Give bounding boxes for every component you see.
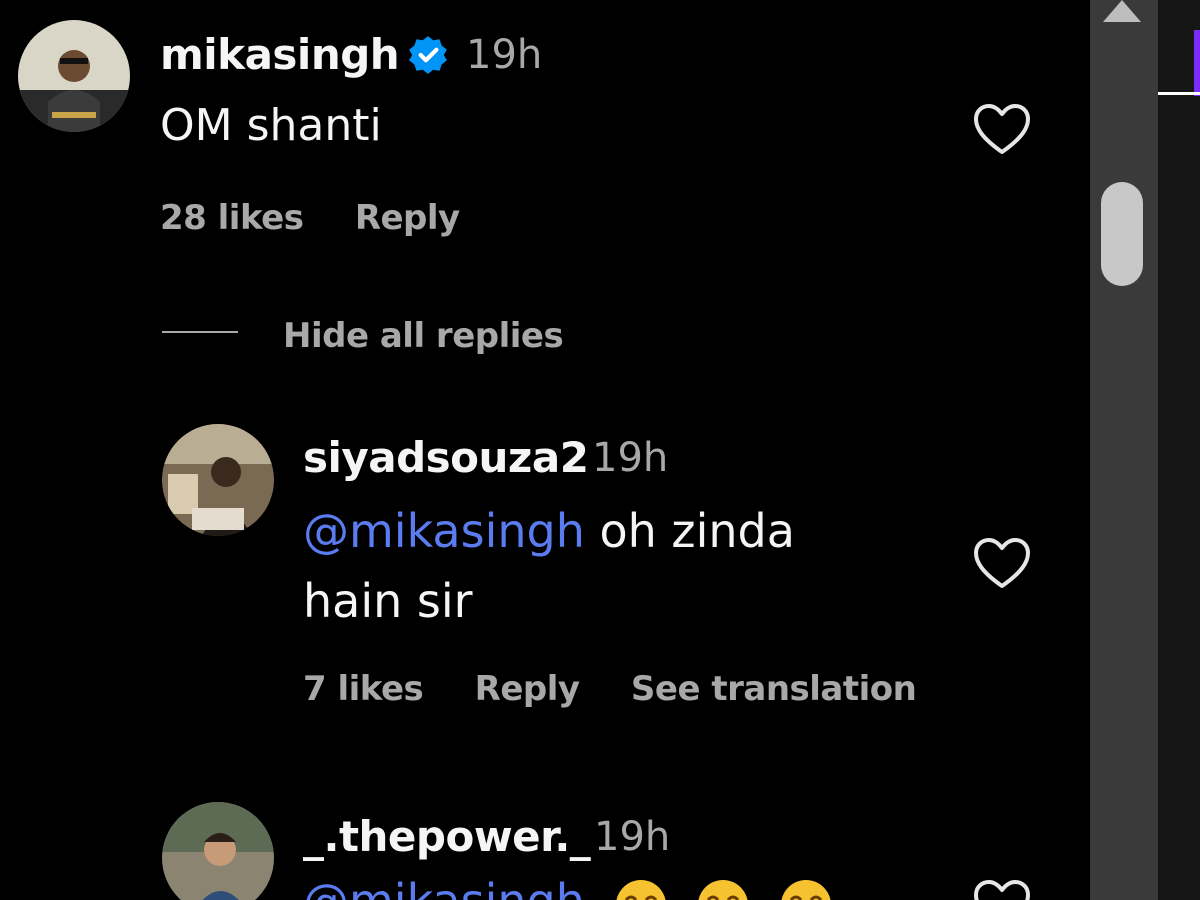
right-background-pane (1158, 0, 1200, 900)
comments-panel: mikasingh 19h OM shanti 28 likes Reply H… (0, 0, 1090, 900)
replies-divider (162, 331, 238, 333)
reply1-likes-count[interactable]: 7 likes (303, 669, 424, 709)
comment-reply-button[interactable]: Reply (355, 198, 460, 238)
comment-meta: 28 likes Reply (160, 198, 460, 238)
reply1-like-heart-icon[interactable] (972, 536, 1032, 590)
reply1-mention-link[interactable]: @mikasingh (303, 504, 585, 558)
comment-username[interactable]: mikasingh (160, 30, 400, 79)
reply1-text-line2: hain sir (303, 574, 473, 628)
accent-underline (1158, 92, 1200, 95)
laughing-emoji-icon (698, 879, 748, 900)
reply2-username[interactable]: _.thepower._ (303, 812, 591, 861)
comment-likes-count[interactable]: 28 likes (160, 198, 304, 238)
laughing-emoji-icon (615, 879, 666, 900)
reply2-text: @mikasingh (303, 874, 833, 900)
scrollbar-track[interactable] (1090, 0, 1158, 900)
avatar-mikasingh[interactable] (18, 20, 130, 132)
reply1-text-part: oh zinda (584, 504, 795, 558)
verified-badge-icon (409, 36, 447, 74)
reply1-see-translation-button[interactable]: See translation (631, 669, 917, 709)
avatar-siyadsouza2[interactable] (162, 424, 274, 536)
reply2-mention-link[interactable]: @mikasingh (303, 874, 585, 900)
reply1-text: @mikasingh oh zinda (303, 504, 795, 558)
reply1-reply-button[interactable]: Reply (475, 669, 580, 709)
reply1-meta: 7 likes Reply See translation (303, 669, 917, 709)
comment-text: OM shanti (160, 100, 382, 151)
scrollbar-thumb[interactable] (1101, 182, 1143, 286)
accent-bar (1194, 30, 1200, 96)
scroll-up-arrow-icon[interactable] (1103, 0, 1141, 22)
reply2-like-heart-icon[interactable] (972, 878, 1032, 900)
reply1-username[interactable]: siyadsouza2 (303, 433, 589, 482)
laughing-emoji-icon (781, 879, 831, 900)
reply2-time: 19h (594, 814, 671, 860)
hide-replies-button[interactable]: Hide all replies (283, 316, 564, 356)
comment-time: 19h (466, 32, 543, 78)
like-heart-icon[interactable] (972, 102, 1032, 156)
reply1-time: 19h (592, 435, 669, 481)
avatar-thepower[interactable] (162, 802, 274, 900)
